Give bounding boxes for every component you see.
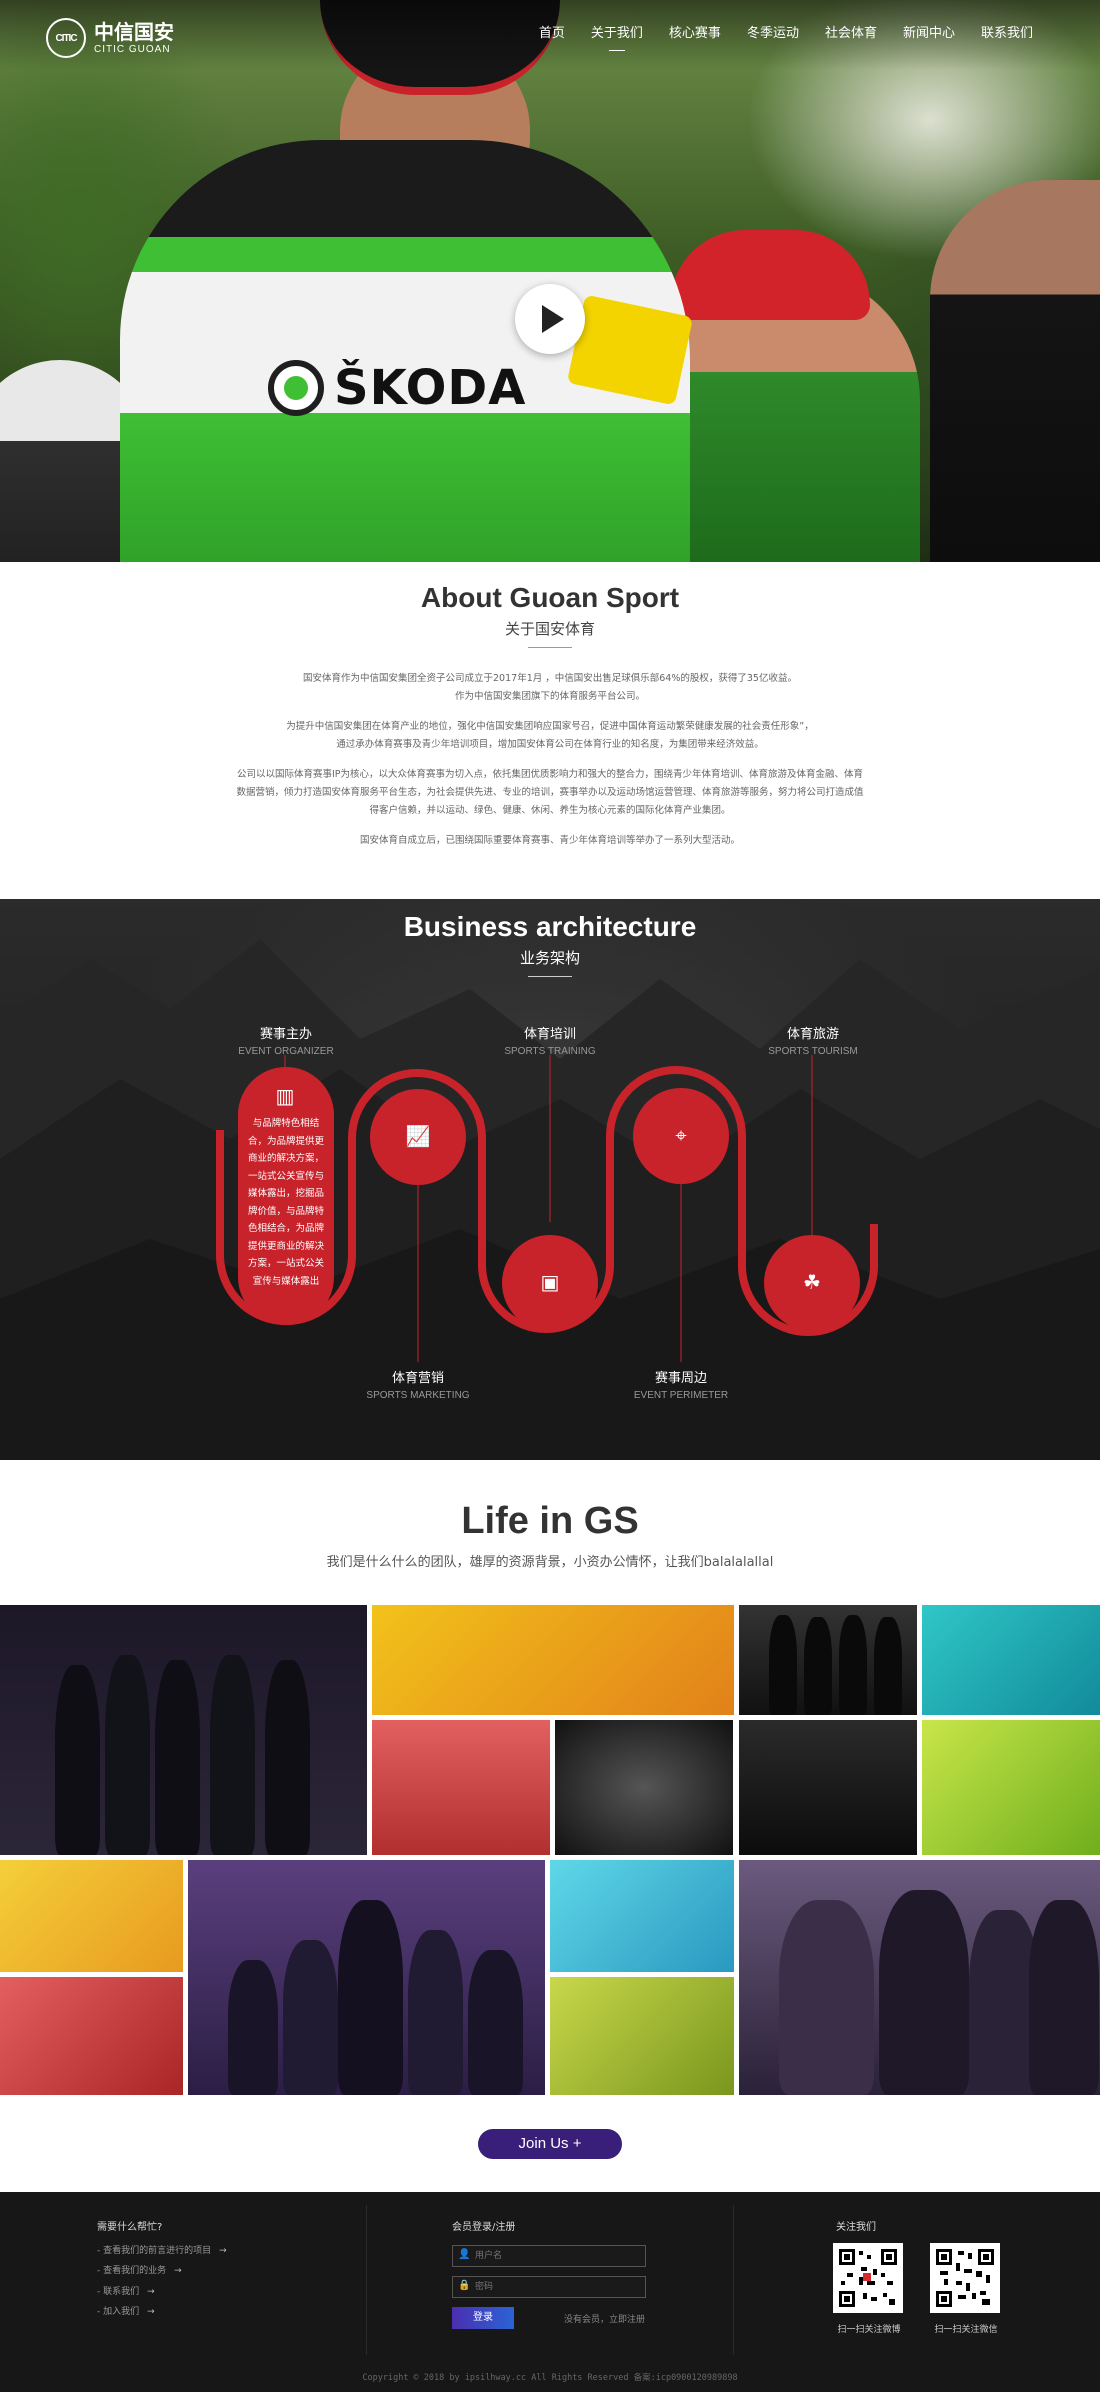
palm-tree-icon: ☘ [803, 1272, 821, 1294]
footer-link-join[interactable]: - 加入我们 → [97, 2304, 155, 2317]
node-label-tourism: 体育旅游 SPORTS TOURISM [768, 1027, 858, 1057]
map-pin-icon: ⌖ [675, 1125, 687, 1147]
photo-gallery [0, 1605, 1100, 2095]
join-us-button[interactable]: Join Us + [478, 2129, 622, 2159]
footer-link-business[interactable]: - 查看我们的业务 → [97, 2263, 182, 2276]
follow-title: 关注我们 [836, 2222, 876, 2233]
life-subtitle: 我们是什么什么的团队，雄厚的资源背景，小资办公情怀，让我们balalalalla… [326, 1555, 774, 1570]
gallery-photo-team[interactable] [0, 1605, 367, 1855]
arrow-right-icon: → [147, 2307, 155, 2317]
weibo-caption: 扫一扫关注微博 [837, 2325, 901, 2335]
gallery-photo-office[interactable] [550, 1860, 734, 1972]
gallery-photo-office[interactable] [922, 1720, 1100, 1855]
gallery-photo-office[interactable] [372, 1605, 734, 1715]
gallery-photo-business-team[interactable] [188, 1860, 545, 2095]
gallery-photo-office[interactable] [550, 1977, 734, 2095]
footer-divider [733, 2205, 734, 2355]
node-label-perimeter: 赛事周边 EVENT PERIMETER [633, 1371, 729, 1401]
register-link[interactable]: 没有会员，立即注册 [564, 2312, 645, 2325]
weibo-qr-code [833, 2243, 903, 2313]
gallery-photo-office[interactable] [922, 1605, 1100, 1715]
arrow-right-icon: → [174, 2266, 182, 2276]
help-title: 需要什么帮忙? [97, 2222, 163, 2233]
gallery-photo-meeting-room[interactable] [0, 1860, 183, 1972]
gallery-photo-group[interactable] [739, 1720, 917, 1855]
username-input[interactable] [452, 2245, 646, 2267]
presentation-icon: ▣ [540, 1272, 560, 1294]
chart-icon: 📈 [405, 1126, 431, 1148]
node-label-marketing: 体育营销 SPORTS MARKETING [366, 1371, 470, 1401]
login-button[interactable]: 登录 [452, 2307, 514, 2329]
node-label-organizer: 赛事主办 EVENT ORGANIZER [238, 1027, 334, 1057]
footer-link-contact[interactable]: - 联系我们 → [97, 2284, 155, 2297]
gallery-photo-group[interactable] [555, 1720, 733, 1855]
life-section: Life in GS 我们是什么什么的团队，雄厚的资源背景，小资办公情怀，让我们… [0, 1460, 1100, 1605]
footer-divider [366, 2205, 367, 2355]
building-icon: ▥ [275, 1086, 295, 1108]
organizer-description: 与品牌特色相结合，为品牌提供更商业的解决方案，一站式公关宣传与媒体露出，挖掘品牌… [247, 1118, 324, 1287]
gallery-photo-group[interactable] [739, 1605, 917, 1715]
password-input[interactable] [452, 2276, 646, 2298]
gallery-photo-executives[interactable] [739, 1860, 1100, 2095]
life-title: Life in GS [461, 1500, 639, 1542]
business-wave-diagram [216, 1055, 878, 1362]
arrow-right-icon: → [219, 2246, 227, 2256]
node-label-training: 体育培训 SPORTS TRAINING [504, 1027, 596, 1057]
arrow-right-icon: → [147, 2287, 155, 2297]
gallery-photo-office[interactable] [0, 1977, 183, 2095]
footer-link-projects[interactable]: - 查看我们的前言进行的项目 → [97, 2243, 227, 2256]
wechat-caption: 扫一扫关注微信 [934, 2325, 998, 2335]
gallery-photo-office[interactable] [372, 1720, 550, 1855]
member-title: 会员登录/注册 [452, 2222, 516, 2233]
user-icon: 👤 [458, 2249, 471, 2260]
lock-icon: 🔒 [458, 2280, 471, 2291]
wechat-qr-code [930, 2243, 1000, 2313]
copyright: Copyright © 2018 by ipsilhway.cc All Rig… [362, 2373, 738, 2383]
